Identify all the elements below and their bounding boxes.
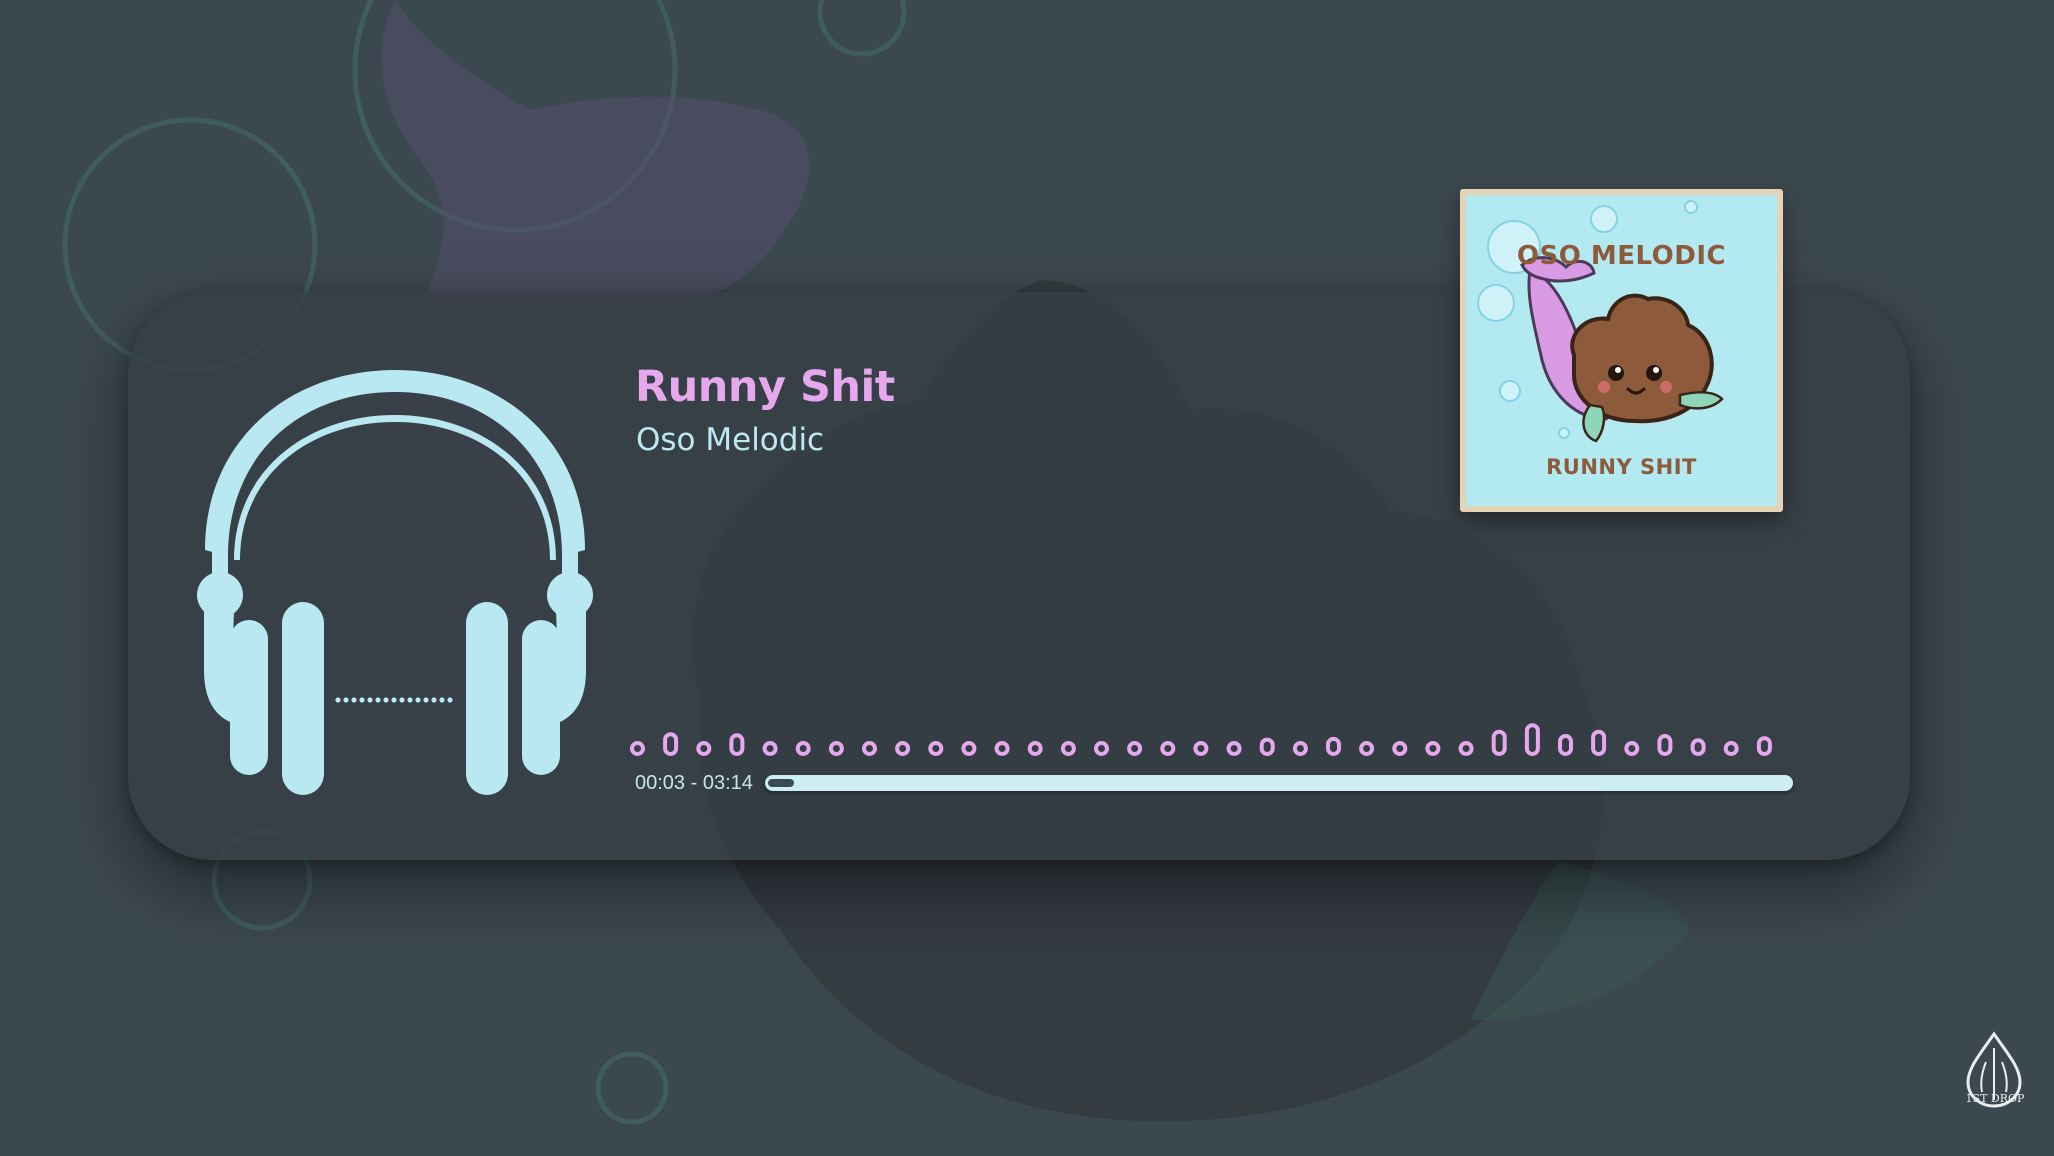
visualizer-bar [961, 741, 977, 756]
visualizer-bar [1657, 734, 1673, 756]
visualizer-bar [1326, 736, 1341, 756]
visualizer-bar [1491, 729, 1507, 756]
visualizer-bar [1259, 737, 1275, 756]
visualizer-bar [1027, 741, 1043, 756]
track-title: Runny Shit [635, 362, 895, 412]
visualizer-bar [895, 741, 911, 756]
audio-visualizer [630, 723, 1772, 757]
track-artist: Oso Melodic [636, 422, 825, 458]
visualizer-bar [994, 741, 1010, 756]
visualizer-bar [828, 741, 844, 756]
headphones-icon [197, 370, 593, 795]
visualizer-bar [696, 741, 712, 756]
visualizer-bar [1127, 741, 1143, 756]
visualizer-bar [1060, 741, 1076, 756]
visualizer-bar [762, 741, 778, 756]
visualizer-bar [1359, 741, 1375, 756]
visualizer-bar [1756, 736, 1772, 757]
cable-dots [335, 697, 453, 703]
visualizer-bar [1392, 741, 1408, 756]
visualizer-bar [928, 741, 944, 756]
bubble-decoration [817, 0, 907, 57]
visualizer-bar [729, 733, 745, 756]
visualizer-bar [1425, 741, 1441, 756]
visualizer-bar [1292, 741, 1308, 756]
visualizer-bar [1524, 723, 1540, 756]
visualizer-bar [630, 741, 645, 756]
brand-name: 1ST DROP [1965, 1092, 2025, 1105]
time-readout: 00:03 - 03:14 [635, 772, 753, 794]
visualizer-bar [1160, 741, 1176, 756]
progress-bar[interactable] [765, 775, 1793, 791]
visualizer-bar [1723, 741, 1739, 756]
visualizer-bar [1624, 741, 1640, 756]
visualizer-bar [1690, 738, 1706, 756]
cover-title: OSO MELODIC [1516, 241, 1727, 271]
visualizer-bar [862, 741, 877, 756]
visualizer-bar [1193, 741, 1209, 756]
progress-fill [768, 779, 794, 787]
visualizer-bar [795, 741, 811, 756]
bubble-decoration [595, 1051, 669, 1125]
cover-subtitle: RUNNY SHIT [1546, 455, 1697, 479]
visualizer-bar [1458, 741, 1474, 756]
visualizer-bar [1094, 741, 1109, 756]
visualizer-bar [1591, 729, 1607, 756]
album-cover: OSO MELODIC RUNNY SHIT [1460, 189, 1783, 512]
visualizer-bar [663, 732, 679, 756]
visualizer-bar [1558, 734, 1573, 756]
visualizer-bar [1226, 741, 1242, 756]
